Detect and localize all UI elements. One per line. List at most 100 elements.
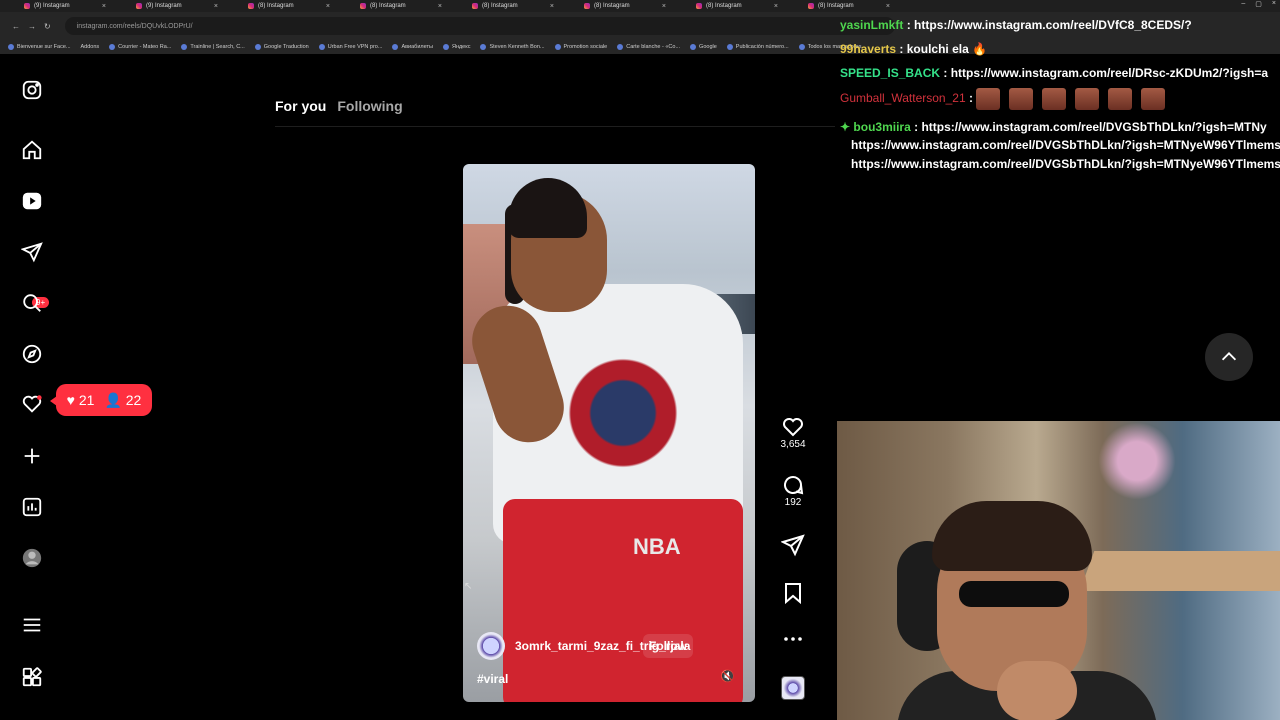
browser-tab[interactable]: (9) Instagram ×: [112, 0, 224, 12]
nav-buttons: ← → ↻: [12, 22, 51, 31]
browser-tab[interactable]: (8) Instagram ×: [224, 0, 336, 12]
close-tab-icon[interactable]: ×: [326, 3, 330, 10]
chat-username: 99haverts: [840, 42, 897, 56]
dashboard-icon[interactable]: [20, 495, 44, 519]
reload-icon[interactable]: ↻: [44, 22, 51, 31]
previous-reel-button[interactable]: [1205, 333, 1253, 381]
instagram-logo-icon[interactable]: [20, 78, 44, 102]
bookmark[interactable]: Courrier - Mateo Ra...: [109, 44, 171, 50]
maximize-icon[interactable]: ▢: [1255, 0, 1262, 8]
instagram-favicon-icon: [248, 3, 254, 9]
notifications-heart-icon[interactable]: [20, 392, 44, 416]
browser-tab[interactable]: (9) Instagram ×: [0, 0, 112, 12]
reel-hashtag[interactable]: #viral: [477, 672, 508, 686]
more-dots-icon[interactable]: [781, 627, 805, 651]
bookmark[interactable]: Bienvenue sur Face...: [8, 44, 71, 50]
bookmark-icon: [442, 44, 449, 50]
bookmark-icon: [726, 44, 733, 50]
also-from-meta-icon[interactable]: [20, 665, 44, 689]
face-emote-icon: [1141, 88, 1166, 110]
author-username[interactable]: 3omrk_tarmi_9zaz_fi_trig_rjala: [515, 639, 690, 654]
chat-username: Gumball_Watterson_21: [840, 91, 966, 106]
browser-tab[interactable]: (8) Instagram ×: [784, 0, 896, 12]
close-tab-icon[interactable]: ×: [662, 3, 666, 10]
like-heart-icon[interactable]: [781, 415, 805, 439]
close-tab-icon[interactable]: ×: [214, 3, 218, 10]
chat-message: 99haverts : koulchi ela 🔥: [840, 42, 1280, 56]
chat-separator: :: [943, 66, 951, 80]
more-menu-icon[interactable]: [20, 613, 44, 637]
messages-icon[interactable]: [20, 240, 44, 264]
audio-track-thumbnail[interactable]: [781, 676, 805, 700]
close-tab-icon[interactable]: ×: [102, 3, 106, 10]
explore-icon[interactable]: [20, 342, 44, 366]
instagram-favicon-icon: [584, 3, 590, 9]
minimize-icon[interactable]: –: [1241, 0, 1245, 8]
close-window-icon[interactable]: ×: [1272, 0, 1276, 8]
bookmark[interactable]: Urban Free VPN pro...: [318, 44, 382, 50]
chat-message: Gumball_Watterson_21 :: [840, 88, 1280, 116]
bookmark[interactable]: Trainline | Search, C...: [181, 44, 245, 50]
browser-tab[interactable]: (8) Instagram ×: [560, 0, 672, 12]
streamer-hair: [932, 501, 1092, 571]
bookmark[interactable]: Яндекс: [442, 44, 470, 50]
instagram-favicon-icon: [472, 3, 478, 9]
comment-count: 192: [784, 497, 802, 508]
sunglasses: [959, 581, 1069, 607]
comment-icon[interactable]: [781, 473, 805, 497]
instagram-favicon-icon: [808, 3, 814, 9]
close-tab-icon[interactable]: ×: [886, 3, 890, 10]
notification-popup[interactable]: ♥ 21 👤 22: [50, 384, 152, 416]
instagram-favicon-icon: [24, 3, 30, 9]
webcam-flowers: [1087, 421, 1187, 501]
url-field[interactable]: instagram.com/reels/DQUvkLODPrU/: [64, 17, 895, 35]
bookmark-icon: [690, 44, 697, 50]
instagram-sidebar: 9+: [0, 60, 64, 720]
chat-text: koulchi ela: [906, 42, 969, 56]
author-avatar[interactable]: [477, 632, 505, 660]
browser-tab[interactable]: (8) Instagram ×: [336, 0, 448, 12]
mute-icon[interactable]: 🔇: [720, 669, 735, 683]
close-tab-icon[interactable]: ×: [774, 3, 778, 10]
bookmark-icon: [254, 44, 261, 50]
back-icon[interactable]: ←: [12, 22, 20, 31]
bookmark-icon: [318, 44, 325, 50]
bookmark[interactable]: Promotion sociale: [554, 44, 607, 50]
like-action: 3,654: [776, 415, 810, 450]
home-icon[interactable]: [20, 138, 44, 162]
tab-following[interactable]: Following: [337, 98, 402, 114]
close-tab-icon[interactable]: ×: [438, 3, 442, 10]
reel-video[interactable]: NBA 3omrk_tarmi_9zaz_fi_trig_rjala Follo…: [463, 164, 755, 702]
create-plus-icon[interactable]: [20, 444, 44, 468]
reels-icon[interactable]: [20, 189, 44, 213]
browser-tab[interactable]: (8) Instagram ×: [448, 0, 560, 12]
profile-avatar[interactable]: [20, 546, 44, 570]
share-icon[interactable]: [781, 533, 805, 557]
bookmark[interactable]: Google Traduction: [254, 44, 309, 50]
window-controls: – ▢ ×: [1241, 0, 1276, 8]
follow-button[interactable]: Follow: [643, 634, 693, 658]
chat-username: yasinLmkft: [840, 18, 904, 32]
chat-text: https://www.instagram.com/reel/DVfC8_8CE…: [914, 18, 1192, 32]
more-action: [776, 627, 810, 651]
share-action: [776, 533, 810, 557]
bookmark[interactable]: Publicación número...: [726, 44, 789, 50]
close-tab-icon[interactable]: ×: [550, 3, 554, 10]
bookmark[interactable]: Steven Kenneth Bon...: [480, 44, 545, 50]
follows-count: 👤 22: [104, 391, 142, 408]
like-count: 3,654: [780, 439, 806, 450]
tab-for-you[interactable]: For you: [275, 98, 326, 114]
feed-tabs: For you Following: [275, 98, 403, 114]
bookmark[interactable]: Carte blanche - «Co...: [617, 44, 680, 50]
browser-tab[interactable]: (8) Instagram ×: [672, 0, 784, 12]
chat-message: yasinLmkft : https://www.instagram.com/r…: [840, 18, 1280, 32]
chat-text: https://www.instagram.com/reel/DVGSbThDL…: [851, 138, 1280, 152]
chat-message: SPEED_IS_BACK : https://www.instagram.co…: [840, 66, 1280, 80]
forward-icon[interactable]: →: [28, 22, 36, 31]
search-icon[interactable]: [20, 291, 44, 315]
shirt-snake-skull-print: [568, 314, 678, 494]
bookmark-icon[interactable]: [781, 581, 805, 605]
bookmark[interactable]: Google: [690, 44, 717, 50]
bookmark[interactable]: Авиабилеты: [392, 44, 433, 50]
bookmark[interactable]: Addons: [81, 44, 100, 50]
